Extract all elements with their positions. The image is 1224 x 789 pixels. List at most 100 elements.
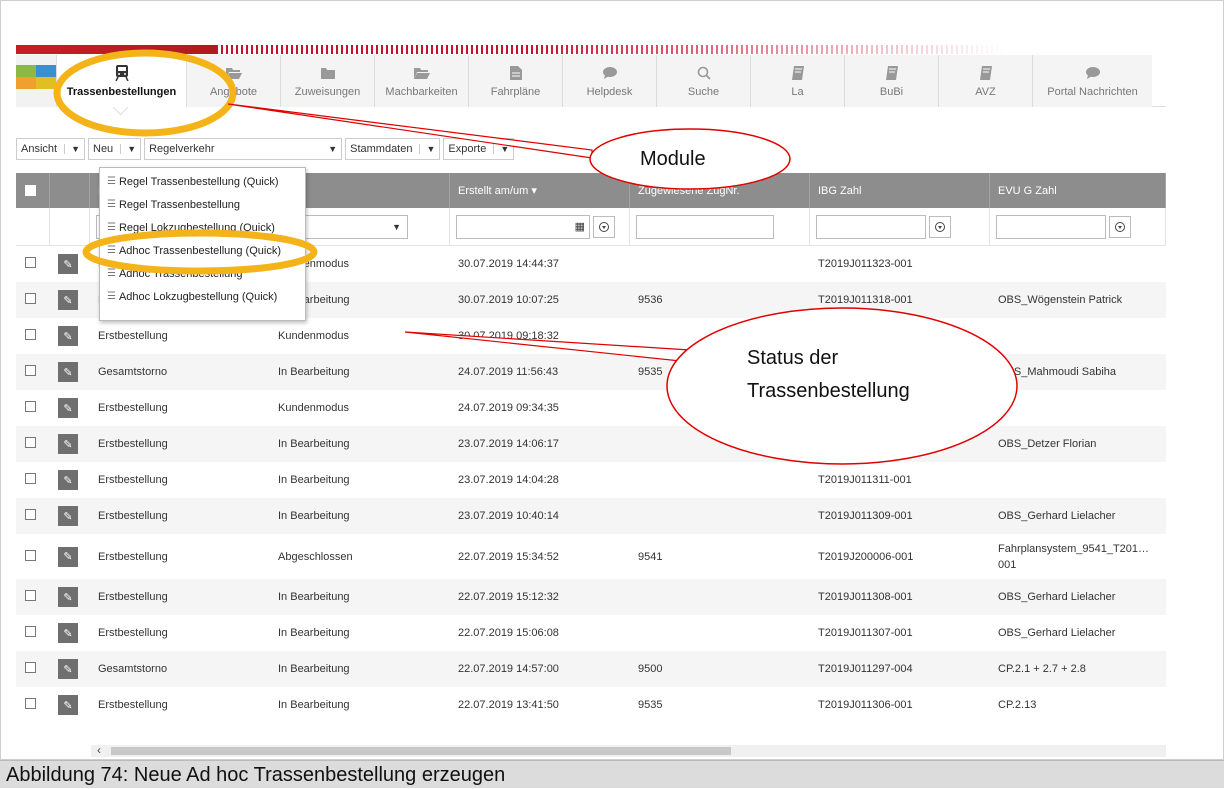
ansicht-dropdown[interactable]: Ansicht ▼ — [16, 138, 85, 160]
module-machbarkeiten[interactable]: Machbarkeiten — [374, 55, 468, 107]
exporte-dropdown[interactable]: Exporte ▼ — [443, 138, 515, 160]
edit-button[interactable]: ✎ — [58, 587, 78, 607]
cell-zugnr: 9535 — [638, 699, 663, 711]
row-checkbox[interactable] — [25, 401, 36, 412]
row-checkbox[interactable] — [25, 437, 36, 448]
search-icon — [697, 64, 711, 82]
row-checkbox[interactable] — [25, 365, 36, 376]
module-trassenbestellungen[interactable]: Trassenbestellungen — [56, 55, 186, 107]
module-bar: Trassenbestellungen Angebote Zuweisungen… — [16, 55, 1166, 107]
edit-button[interactable]: ✎ — [58, 546, 78, 567]
cell-type: Erstbestellung — [98, 474, 168, 486]
module-bubi[interactable]: BuBi — [844, 55, 938, 107]
row-checkbox[interactable] — [25, 662, 36, 673]
module-portal-nachrichten[interactable]: Portal Nachrichten — [1032, 55, 1152, 107]
calendar-icon[interactable]: ▦ — [575, 220, 585, 233]
book-icon — [885, 64, 898, 82]
table-row[interactable]: ✎ Gesamtstorno In Bearbeitung 24.07.2019 11… — [16, 354, 1166, 390]
cell-status: In Bearbeitung — [278, 510, 350, 522]
edit-button[interactable]: ✎ — [58, 470, 78, 490]
table-row[interactable]: ✎ Erstbestellung Kundenmodus 24.07.2019 09:… — [16, 390, 1166, 426]
cell-ibg: T2019J011311-001 — [818, 474, 912, 486]
row-checkbox[interactable] — [25, 293, 36, 304]
table-row[interactable]: ✎ Erstbestellung In Bearbeitung 23.07.2019 … — [16, 426, 1166, 462]
header-zugnr[interactable]: Zugewiesene ZugNr. — [630, 173, 810, 208]
row-checkbox[interactable] — [25, 698, 36, 709]
module-zuweisungen[interactable]: Zuweisungen — [280, 55, 374, 107]
row-checkbox[interactable] — [25, 329, 36, 340]
row-checkbox[interactable] — [25, 549, 36, 561]
edit-button[interactable]: ✎ — [58, 362, 78, 382]
filter-date-input[interactable]: ▦ — [456, 214, 590, 239]
menu-item-regel-trassenbestellung[interactable]: ☰ Regel Trassenbestellung — [100, 193, 305, 216]
scroll-left-icon[interactable]: ‹ — [97, 743, 101, 757]
filter-options-button[interactable] — [929, 215, 951, 238]
cell-status: In Bearbeitung — [278, 438, 350, 450]
table-row[interactable]: ✎ Gesamtstorno In Bearbeitung 22.07.2019 14… — [16, 651, 1166, 687]
module-suche[interactable]: Suche — [656, 55, 750, 107]
edit-button[interactable]: ✎ — [58, 434, 78, 454]
neu-dropdown[interactable]: Neu ▼ — [88, 138, 142, 160]
cell-status: In Bearbeitung — [278, 591, 350, 603]
row-checkbox[interactable] — [25, 590, 36, 601]
header-ibg[interactable]: IBG Zahl — [810, 173, 990, 208]
edit-button[interactable]: ✎ — [58, 506, 78, 526]
filter-evu-input[interactable] — [996, 214, 1106, 239]
cell-created: 30.07.2019 09:18:32 — [458, 330, 559, 342]
filter-options-button[interactable] — [593, 215, 615, 238]
row-checkbox[interactable] — [25, 257, 36, 268]
edit-button[interactable]: ✎ — [58, 695, 78, 715]
module-la[interactable]: La — [750, 55, 844, 107]
header-evu[interactable]: EVU G Zahl — [990, 173, 1166, 208]
cell-created: 22.07.2019 15:12:32 — [458, 591, 559, 603]
table-row[interactable]: ✎ Erstbestellung Abgeschlossen 22.07.2019 1… — [16, 534, 1166, 579]
table-row[interactable]: ✎ Erstbestellung Kundenmodus 30.07.2019 09:… — [16, 318, 1166, 354]
row-checkbox[interactable] — [25, 626, 36, 637]
callout-status-line2: Trassenbestellung — [747, 380, 910, 402]
cell-ibg: T2019J011306-001 — [818, 699, 913, 711]
module-fahrplaene[interactable]: Fahrpläne — [468, 55, 562, 107]
module-label: Fahrpläne — [490, 86, 541, 98]
horizontal-scrollbar[interactable]: ‹ — [91, 743, 1166, 757]
cell-created: 22.07.2019 15:34:52 — [458, 550, 559, 563]
select-all-checkbox[interactable] — [25, 185, 36, 196]
table-row[interactable]: ✎ Erstbestellung In Bearbeitung 23.07.2019 … — [16, 462, 1166, 498]
stammdaten-dropdown[interactable]: Stammdaten ▼ — [345, 138, 441, 160]
edit-button[interactable]: ✎ — [58, 254, 78, 274]
list-icon: ☰ — [107, 291, 116, 302]
menu-item-regel-lokzugbestellung-quick[interactable]: ☰ Regel Lokzugbestellung (Quick) — [100, 216, 305, 239]
edit-button[interactable]: ✎ — [58, 623, 78, 643]
module-helpdesk[interactable]: Helpdesk — [562, 55, 656, 107]
menu-item-adhoc-lokzugbestellung-quick[interactable]: ☰ Adhoc Lokzugbestellung (Quick) — [100, 285, 305, 308]
cell-evu: CP.2.1 + 2.7 + 2.8 — [998, 663, 1086, 675]
scrollbar-thumb[interactable] — [111, 747, 731, 755]
menu-item-adhoc-trassenbestellung[interactable]: ☰ Adhoc Trassenbestellung — [100, 262, 305, 285]
folder-icon — [320, 64, 335, 82]
table-row[interactable]: ✎ Erstbestellung In Bearbeitung 22.07.2019 … — [16, 615, 1166, 651]
filter-zugnr-input[interactable] — [636, 214, 774, 239]
regelverkehr-select[interactable]: Regelverkehr ▼ — [144, 138, 343, 160]
edit-button[interactable]: ✎ — [58, 659, 78, 679]
edit-button[interactable]: ✎ — [58, 326, 78, 346]
cell-created: 22.07.2019 13:41:50 — [458, 699, 559, 711]
edit-button[interactable]: ✎ — [58, 398, 78, 418]
table-row[interactable]: ✎ Erstbestellung In Bearbeitung 23.07.2019 … — [16, 498, 1166, 534]
cell-created: 22.07.2019 15:06:08 — [458, 627, 559, 639]
cell-evu-cont: 001 — [998, 558, 1017, 571]
module-avz[interactable]: AVZ — [938, 55, 1032, 107]
module-angebote[interactable]: Angebote — [186, 55, 280, 107]
filter-options-button[interactable] — [1109, 215, 1131, 238]
menu-item-adhoc-trassenbestellung-quick[interactable]: ☰ Adhoc Trassenbestellung (Quick) — [100, 239, 305, 262]
header-created[interactable]: Erstellt am/um ▾ — [450, 173, 630, 208]
menu-item-regel-trassenbestellung-quick[interactable]: ☰ Regel Trassenbestellung (Quick) — [100, 170, 305, 193]
cell-status: Kundenmodus — [278, 402, 349, 414]
cell-ibg: T2019J200006-001 — [818, 550, 914, 563]
table-row[interactable]: ✎ Erstbestellung In Bearbeitung 22.07.2019 … — [16, 579, 1166, 615]
filter-ibg-input[interactable] — [816, 214, 926, 239]
module-label: Suche — [687, 86, 720, 98]
cell-type: Erstbestellung — [98, 627, 168, 639]
table-row[interactable]: ✎ Erstbestellung In Bearbeitung 22.07.2019 … — [16, 687, 1166, 723]
row-checkbox[interactable] — [25, 473, 36, 484]
row-checkbox[interactable] — [25, 509, 36, 520]
edit-button[interactable]: ✎ — [58, 290, 78, 310]
